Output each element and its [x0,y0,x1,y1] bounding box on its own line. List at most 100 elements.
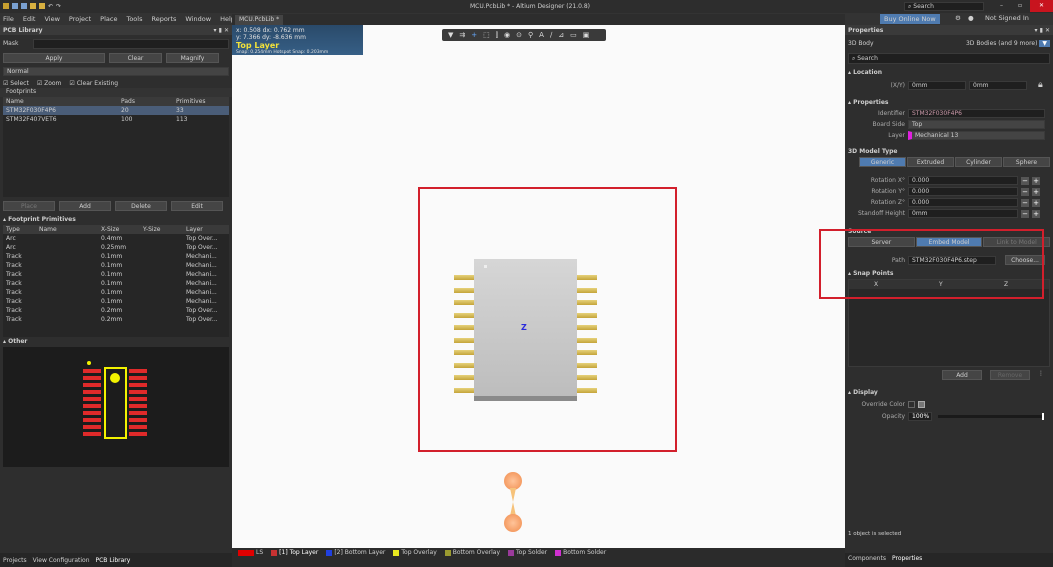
menu-place[interactable]: Place [100,15,117,23]
tab-components[interactable]: Components [848,555,886,565]
layer-dropdown[interactable]: Mechanical 13 [908,131,1045,140]
layer-tab[interactable]: Bottom Overlay [444,549,500,556]
opacity-slider[interactable] [938,412,1044,420]
undo-icon[interactable]: ↶ [48,3,53,10]
col-type[interactable]: Type [6,226,39,233]
model-tab-extruded[interactable]: Extruded [907,157,954,167]
override-color-checkbox[interactable] [908,400,915,408]
pcb-3d-canvas[interactable]: x: 0.508 dx: 0.762 mm y: 7.366 dy: -8.63… [232,25,845,548]
menu-tools[interactable]: Tools [126,15,142,23]
layer-tab[interactable]: [1] Top Layer [271,549,318,556]
col-name[interactable]: Name [39,226,101,233]
edit-button[interactable]: Edit [171,201,223,211]
primitives-section-title[interactable]: ▴ Footprint Primitives [0,215,232,225]
search-input[interactable]: ⌕ Search [904,2,984,11]
apply-button[interactable]: Apply [3,53,105,63]
filter-icon[interactable]: ▼ [1039,39,1050,47]
snap-add-button[interactable]: Add [942,370,982,380]
increment-button[interactable]: + [1032,209,1040,218]
3d-body-icon[interactable]: ▣ [583,31,590,39]
panel-controls-icon[interactable]: ▾ ▮ ✕ [213,27,229,34]
buy-online-button[interactable]: Buy Online Now [880,14,940,24]
decrement-button[interactable]: − [1021,187,1029,196]
tab-view-configuration[interactable]: View Configuration [33,557,90,564]
table-row[interactable]: Track 0.1mm Mechani... [3,252,229,261]
select-checkbox[interactable]: ☑ Select [3,80,29,87]
open-icon[interactable] [30,3,36,9]
redo-icon[interactable]: ↷ [56,3,61,10]
model-tab-generic[interactable]: Generic [859,157,906,167]
menu-window[interactable]: Window [185,15,211,23]
footprint-preview[interactable] [3,347,229,467]
model-tab-cylinder[interactable]: Cylinder [955,157,1002,167]
region-icon[interactable]: ▭ [570,31,577,39]
table-row[interactable]: Track 0.2mm Top Over... [3,315,229,324]
table-row[interactable]: Track 0.1mm Mechani... [3,261,229,270]
opacity-slider-thumb[interactable] [1042,412,1044,420]
clear-existing-checkbox[interactable]: ☑ Clear Existing [69,80,118,87]
override-color-swatch[interactable] [918,400,925,408]
menu-reports[interactable]: Reports [151,15,176,23]
decrement-button[interactable]: − [1021,198,1029,207]
zoom-checkbox[interactable]: ☑ Zoom [37,80,62,87]
open-project-icon[interactable] [39,3,45,9]
properties-section[interactable]: ▴ Properties [845,98,1053,108]
snap-options-icon[interactable]: ⋮ [1038,370,1050,380]
tab-projects[interactable]: Projects [3,557,27,564]
y-input[interactable]: 0mm [969,80,1027,90]
table-row[interactable]: Track 0.2mm Top Over... [3,306,229,315]
rotation-input[interactable]: 0.000 [908,176,1018,185]
decrement-button[interactable]: − [1021,176,1029,185]
menu-project[interactable]: Project [69,15,91,23]
select-area-icon[interactable]: ⬚ [483,31,490,39]
other-section-title[interactable]: ▴ Other [0,337,232,347]
snap-remove-button[interactable]: Remove [990,370,1030,380]
panel-controls-icon[interactable]: ▾ ▮ ✕ [1034,27,1050,34]
location-section[interactable]: ▴ Location [845,68,1053,78]
via-icon[interactable]: ⊙ [516,31,522,39]
save-all-icon[interactable] [21,3,27,9]
increment-button[interactable]: + [1032,187,1040,196]
ic-body-3d[interactable]: Z [474,259,577,401]
layer-tab[interactable]: Top Overlay [393,549,437,556]
identifier-input[interactable]: STM32F030F4P6 [908,109,1045,118]
rotation-input[interactable]: 0.000 [908,198,1018,207]
table-row[interactable]: Arc 0.25mm Top Over... [3,243,229,252]
align-icon[interactable]: ⫿ [496,31,498,39]
properties-search-input[interactable]: ⌕ Search [848,53,1050,64]
table-row[interactable]: Track 0.1mm Mechani... [3,288,229,297]
select-icon[interactable]: ⇉ [459,31,465,39]
model-tab-sphere[interactable]: Sphere [1003,157,1050,167]
rotation-input[interactable]: 0.000 [908,187,1018,196]
dimension-icon[interactable]: ⊿ [558,31,564,39]
table-row[interactable]: Track 0.1mm Mechani... [3,270,229,279]
rotation-input[interactable]: 0mm [908,209,1018,218]
tab-properties[interactable]: Properties [892,555,922,565]
col-xsize[interactable]: X-Size [101,226,143,233]
opacity-input[interactable]: 100% [908,411,932,421]
filter-icon[interactable]: ▼ [448,31,453,39]
x-input[interactable]: 0mm [908,80,966,90]
table-row[interactable]: Track 0.1mm Mechani... [3,279,229,288]
table-row[interactable]: STM32F407VET6 100 113 [3,115,229,124]
account-button[interactable]: Not Signed In [985,14,1029,22]
board-side-dropdown[interactable]: Top [908,120,1045,129]
col-pads[interactable]: Pads [121,98,176,105]
move-icon[interactable]: + [471,31,477,39]
layer-tab[interactable]: [2] Bottom Layer [326,549,385,556]
table-row[interactable]: STM32F030F4P6 20 33 [3,106,229,115]
magnify-button[interactable]: Magnify [166,53,219,63]
layer-tab[interactable]: Top Solder [508,549,547,556]
place-button[interactable]: Place [3,201,55,211]
table-row[interactable]: Arc 0.4mm Top Over... [3,234,229,243]
tab-pcb-library[interactable]: PCB Library [96,557,131,564]
increment-button[interactable]: + [1032,198,1040,207]
col-layer[interactable]: Layer [186,226,203,233]
delete-button[interactable]: Delete [115,201,167,211]
clear-button[interactable]: Clear [109,53,162,63]
settings-icon[interactable]: ⚙ [955,14,961,22]
text-icon[interactable]: A [539,31,544,39]
layer-tab[interactable]: Bottom Solder [555,549,606,556]
location-icon[interactable]: ⚲ [528,31,533,39]
minimize-button[interactable]: – [1000,2,1003,9]
